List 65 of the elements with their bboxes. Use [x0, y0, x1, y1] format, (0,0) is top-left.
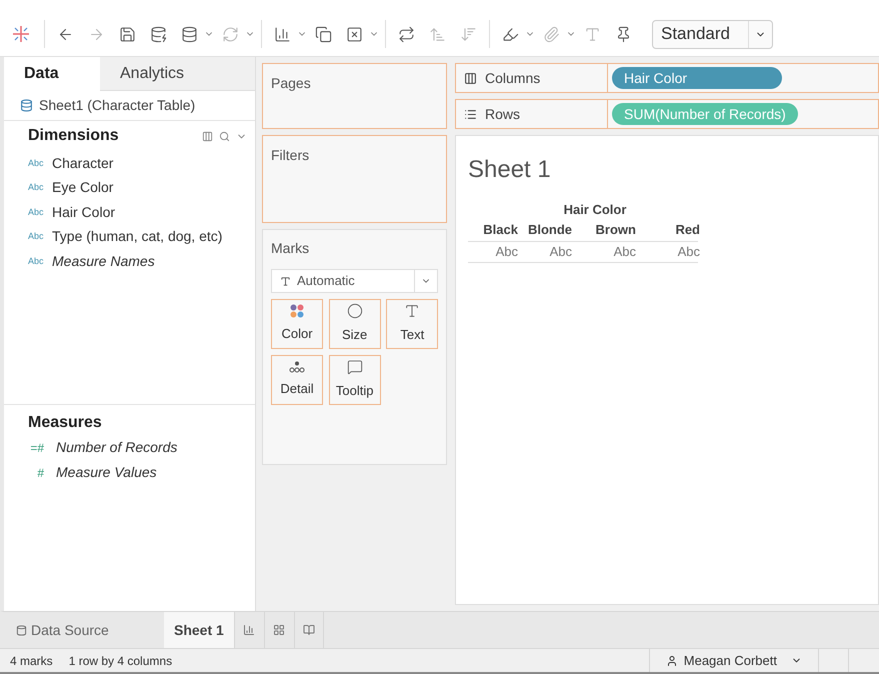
- grid-icon[interactable]: [202, 130, 213, 142]
- color-dots-icon: [290, 304, 304, 318]
- marks-count: 4 marks: [10, 652, 53, 670]
- field-item[interactable]: Abc Hair Color: [4, 200, 255, 224]
- table-cell-text: Abc: [494, 243, 518, 261]
- column-header: Brown: [594, 220, 636, 238]
- field-name: Hair Color: [52, 202, 116, 222]
- field-item[interactable]: # Measure Values: [4, 460, 255, 485]
- field-name: Measure Values: [56, 463, 157, 482]
- field-name: Type (human, cat, dog, etc): [52, 227, 222, 246]
- number-type-label: #: [36, 464, 45, 482]
- sheet-tab[interactable]: Sheet 1: [164, 612, 234, 648]
- view-size-dropdown[interactable]: Standard: [652, 20, 773, 48]
- string-type-label: Abc: [28, 230, 44, 243]
- string-type-label: Abc: [28, 156, 44, 170]
- shelf-title: Filters: [271, 147, 310, 163]
- mark-property-button[interactable]: Tooltip: [328, 355, 381, 405]
- shelf-title: Pages: [271, 75, 311, 91]
- table-cell-text: Abc: [548, 243, 572, 261]
- field-item[interactable]: Abc Measure Names: [4, 249, 255, 274]
- rows-icon: [464, 108, 477, 120]
- section-title: Measures: [28, 413, 102, 433]
- column-header: Blonde: [526, 220, 572, 238]
- user-icon: [666, 654, 678, 666]
- section-title: Dimensions: [28, 126, 119, 146]
- field-item[interactable]: =# Number of Records: [4, 435, 255, 460]
- field-name: Eye Color: [52, 178, 114, 198]
- number-type-label: =#: [29, 440, 45, 456]
- data-source-name[interactable]: Sheet1 (Character Table): [39, 95, 196, 116]
- field-item[interactable]: Abc Eye Color: [4, 176, 255, 200]
- search-icon[interactable]: [219, 130, 230, 142]
- shelf-label: Rows: [485, 104, 520, 124]
- pane-tab[interactable]: Analytics: [100, 57, 255, 91]
- database-icon: [16, 624, 27, 636]
- text-icon: [404, 303, 420, 320]
- column-header: Red: [674, 220, 700, 238]
- string-type-label: Abc: [28, 181, 44, 194]
- field-name: Character: [52, 154, 114, 173]
- mark-type-dropdown[interactable]: Automatic: [271, 269, 438, 293]
- mark-property-button[interactable]: Text: [386, 299, 438, 349]
- logo-icon[interactable]: [12, 25, 30, 43]
- columns-icon: [464, 72, 477, 84]
- column-header-title: Hair Color: [562, 201, 626, 219]
- speech-bubble-icon: [346, 359, 363, 376]
- sheet-title: Sheet 1: [468, 155, 552, 185]
- table-cell-text: Abc: [612, 243, 636, 261]
- shelf-title: Marks: [271, 239, 310, 258]
- dimensions-summary: 1 row by 4 columns: [68, 652, 172, 670]
- user-menu[interactable]: Meagan Corbett: [648, 649, 819, 672]
- field-name: Number of Records: [56, 438, 178, 457]
- field-item[interactable]: Abc Character: [4, 151, 255, 176]
- string-type-label: Abc: [28, 254, 44, 268]
- field-item[interactable]: Abc Type (human, cat, dog, etc): [4, 224, 255, 249]
- database-icon: [20, 99, 33, 112]
- string-type-label: Abc: [28, 206, 44, 218]
- mark-property-button[interactable]: Detail: [271, 355, 323, 405]
- table-cell-text: Abc: [676, 243, 700, 261]
- mark-property-button[interactable]: Color: [271, 299, 323, 349]
- field-name: Measure Names: [52, 252, 155, 271]
- column-header: Black: [482, 220, 518, 238]
- shelf-label: Columns: [485, 68, 540, 88]
- mark-property-button[interactable]: Size: [328, 299, 381, 349]
- text-icon: [280, 276, 291, 286]
- data-source-tab[interactable]: Data Source: [4, 612, 164, 648]
- detail-dots-icon: [289, 361, 305, 374]
